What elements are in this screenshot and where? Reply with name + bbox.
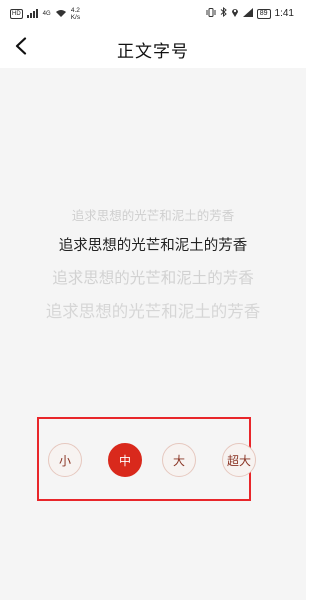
signal-icon (26, 8, 39, 20)
clock: 1:41 (274, 8, 294, 19)
status-left: HD 4G 4.2 K/s (10, 7, 80, 21)
size-option-label: 小 (58, 453, 71, 468)
network-speed: 4.2 K/s (70, 7, 81, 21)
size-option-medium[interactable]: 中 (108, 443, 142, 477)
size-option-xlarge[interactable]: 超大 (222, 443, 256, 477)
vibrate-icon (206, 7, 216, 20)
status-bar: HD 4G 4.2 K/s 89 1:41 (0, 0, 306, 28)
battery-indicator: 89 (256, 8, 271, 19)
sample-text-medium: 追求思想的光芒和泥土的芳香 (58, 238, 248, 254)
network-generation: 4G (42, 11, 51, 17)
bluetooth-icon (220, 6, 227, 20)
signal-strength-icon (242, 7, 253, 20)
status-right: 89 1:41 (206, 6, 294, 20)
size-option-label: 大 (172, 453, 185, 468)
font-preview-area: 追求思想的光芒和泥土的芳香 追求思想的光芒和泥土的芳香 追求思想的光芒和泥土的芳… (0, 68, 306, 600)
nav-header: 正文字号 (0, 28, 306, 68)
size-option-label: 超大 (226, 453, 251, 468)
size-option-large[interactable]: 大 (162, 443, 196, 477)
sample-text-small: 追求思想的光芒和泥土的芳香 (71, 208, 235, 223)
page-title: 正文字号 (117, 42, 189, 62)
sample-text-large: 追求思想的光芒和泥土的芳香 (52, 269, 254, 287)
sample-text-xlarge: 追求思想的光芒和泥土的芳香 (45, 302, 261, 321)
size-option-label: 中 (118, 453, 131, 468)
wifi-icon (55, 9, 67, 20)
size-option-small[interactable]: 小 (48, 443, 82, 477)
location-icon (231, 7, 239, 20)
hd-badge: HD (10, 9, 23, 19)
